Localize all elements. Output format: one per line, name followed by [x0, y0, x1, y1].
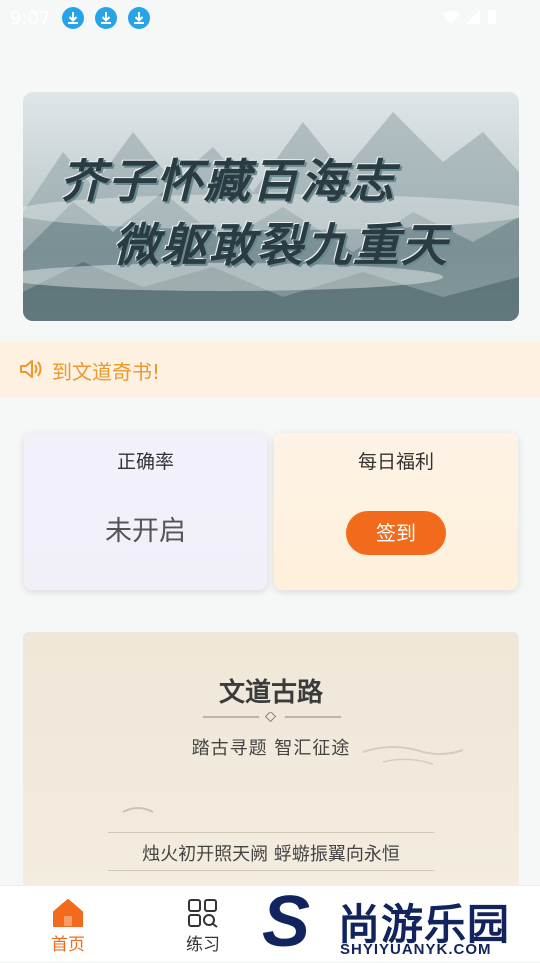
accuracy-card[interactable]: 正确率 未开启	[24, 433, 267, 590]
road-poem: 烛火初开照天阙 蜉蝣振翼向永恒	[142, 844, 400, 865]
notice-bar[interactable]: 到文道奇书!	[0, 342, 540, 397]
ornament-divider	[203, 712, 341, 722]
banner-title-line1: 芥子怀藏百海志	[60, 154, 396, 208]
banner-title-line2: 微躯敢裂九重天	[113, 218, 449, 272]
signal-battery-icon	[442, 10, 496, 24]
watermark-logo: S 尚游乐园 SHYIYUANYK.COM	[258, 882, 540, 962]
speaker-icon	[20, 360, 42, 378]
road-subtitle: 踏古寻题 智汇征途	[191, 738, 351, 759]
poem-rule	[108, 870, 434, 871]
status-time: 9:07	[10, 8, 51, 29]
download-icon	[62, 7, 84, 29]
watermark-s-logo: S	[262, 882, 311, 962]
signin-button[interactable]: 签到	[346, 511, 446, 555]
download-icon	[95, 7, 117, 29]
poem-rule	[108, 832, 434, 833]
tab-home[interactable]: 首页	[23, 886, 113, 961]
download-icon	[128, 7, 150, 29]
accuracy-title: 正确率	[116, 451, 174, 473]
notice-text: 到文道奇书!	[52, 360, 161, 384]
home-icon	[53, 899, 83, 927]
daily-bonus-title: 每日福利	[357, 451, 434, 473]
road-title: 文道古路	[218, 678, 323, 708]
tab-practice-label: 练习	[186, 935, 220, 955]
status-bar: 9:07	[0, 0, 540, 36]
ancient-road-card[interactable]: 文道古路 踏古寻题 智汇征途 烛火初开照天阙 蜉蝣振翼向永恒	[23, 632, 519, 892]
grid-search-icon	[188, 899, 218, 928]
watermark-en: SHYIYUANYK.COM	[340, 941, 492, 958]
accuracy-value: 未开启	[105, 516, 186, 547]
tab-practice[interactable]: 练习	[158, 886, 248, 961]
tab-home-label: 首页	[51, 935, 85, 955]
daily-bonus-card: 每日福利 签到	[274, 433, 518, 590]
